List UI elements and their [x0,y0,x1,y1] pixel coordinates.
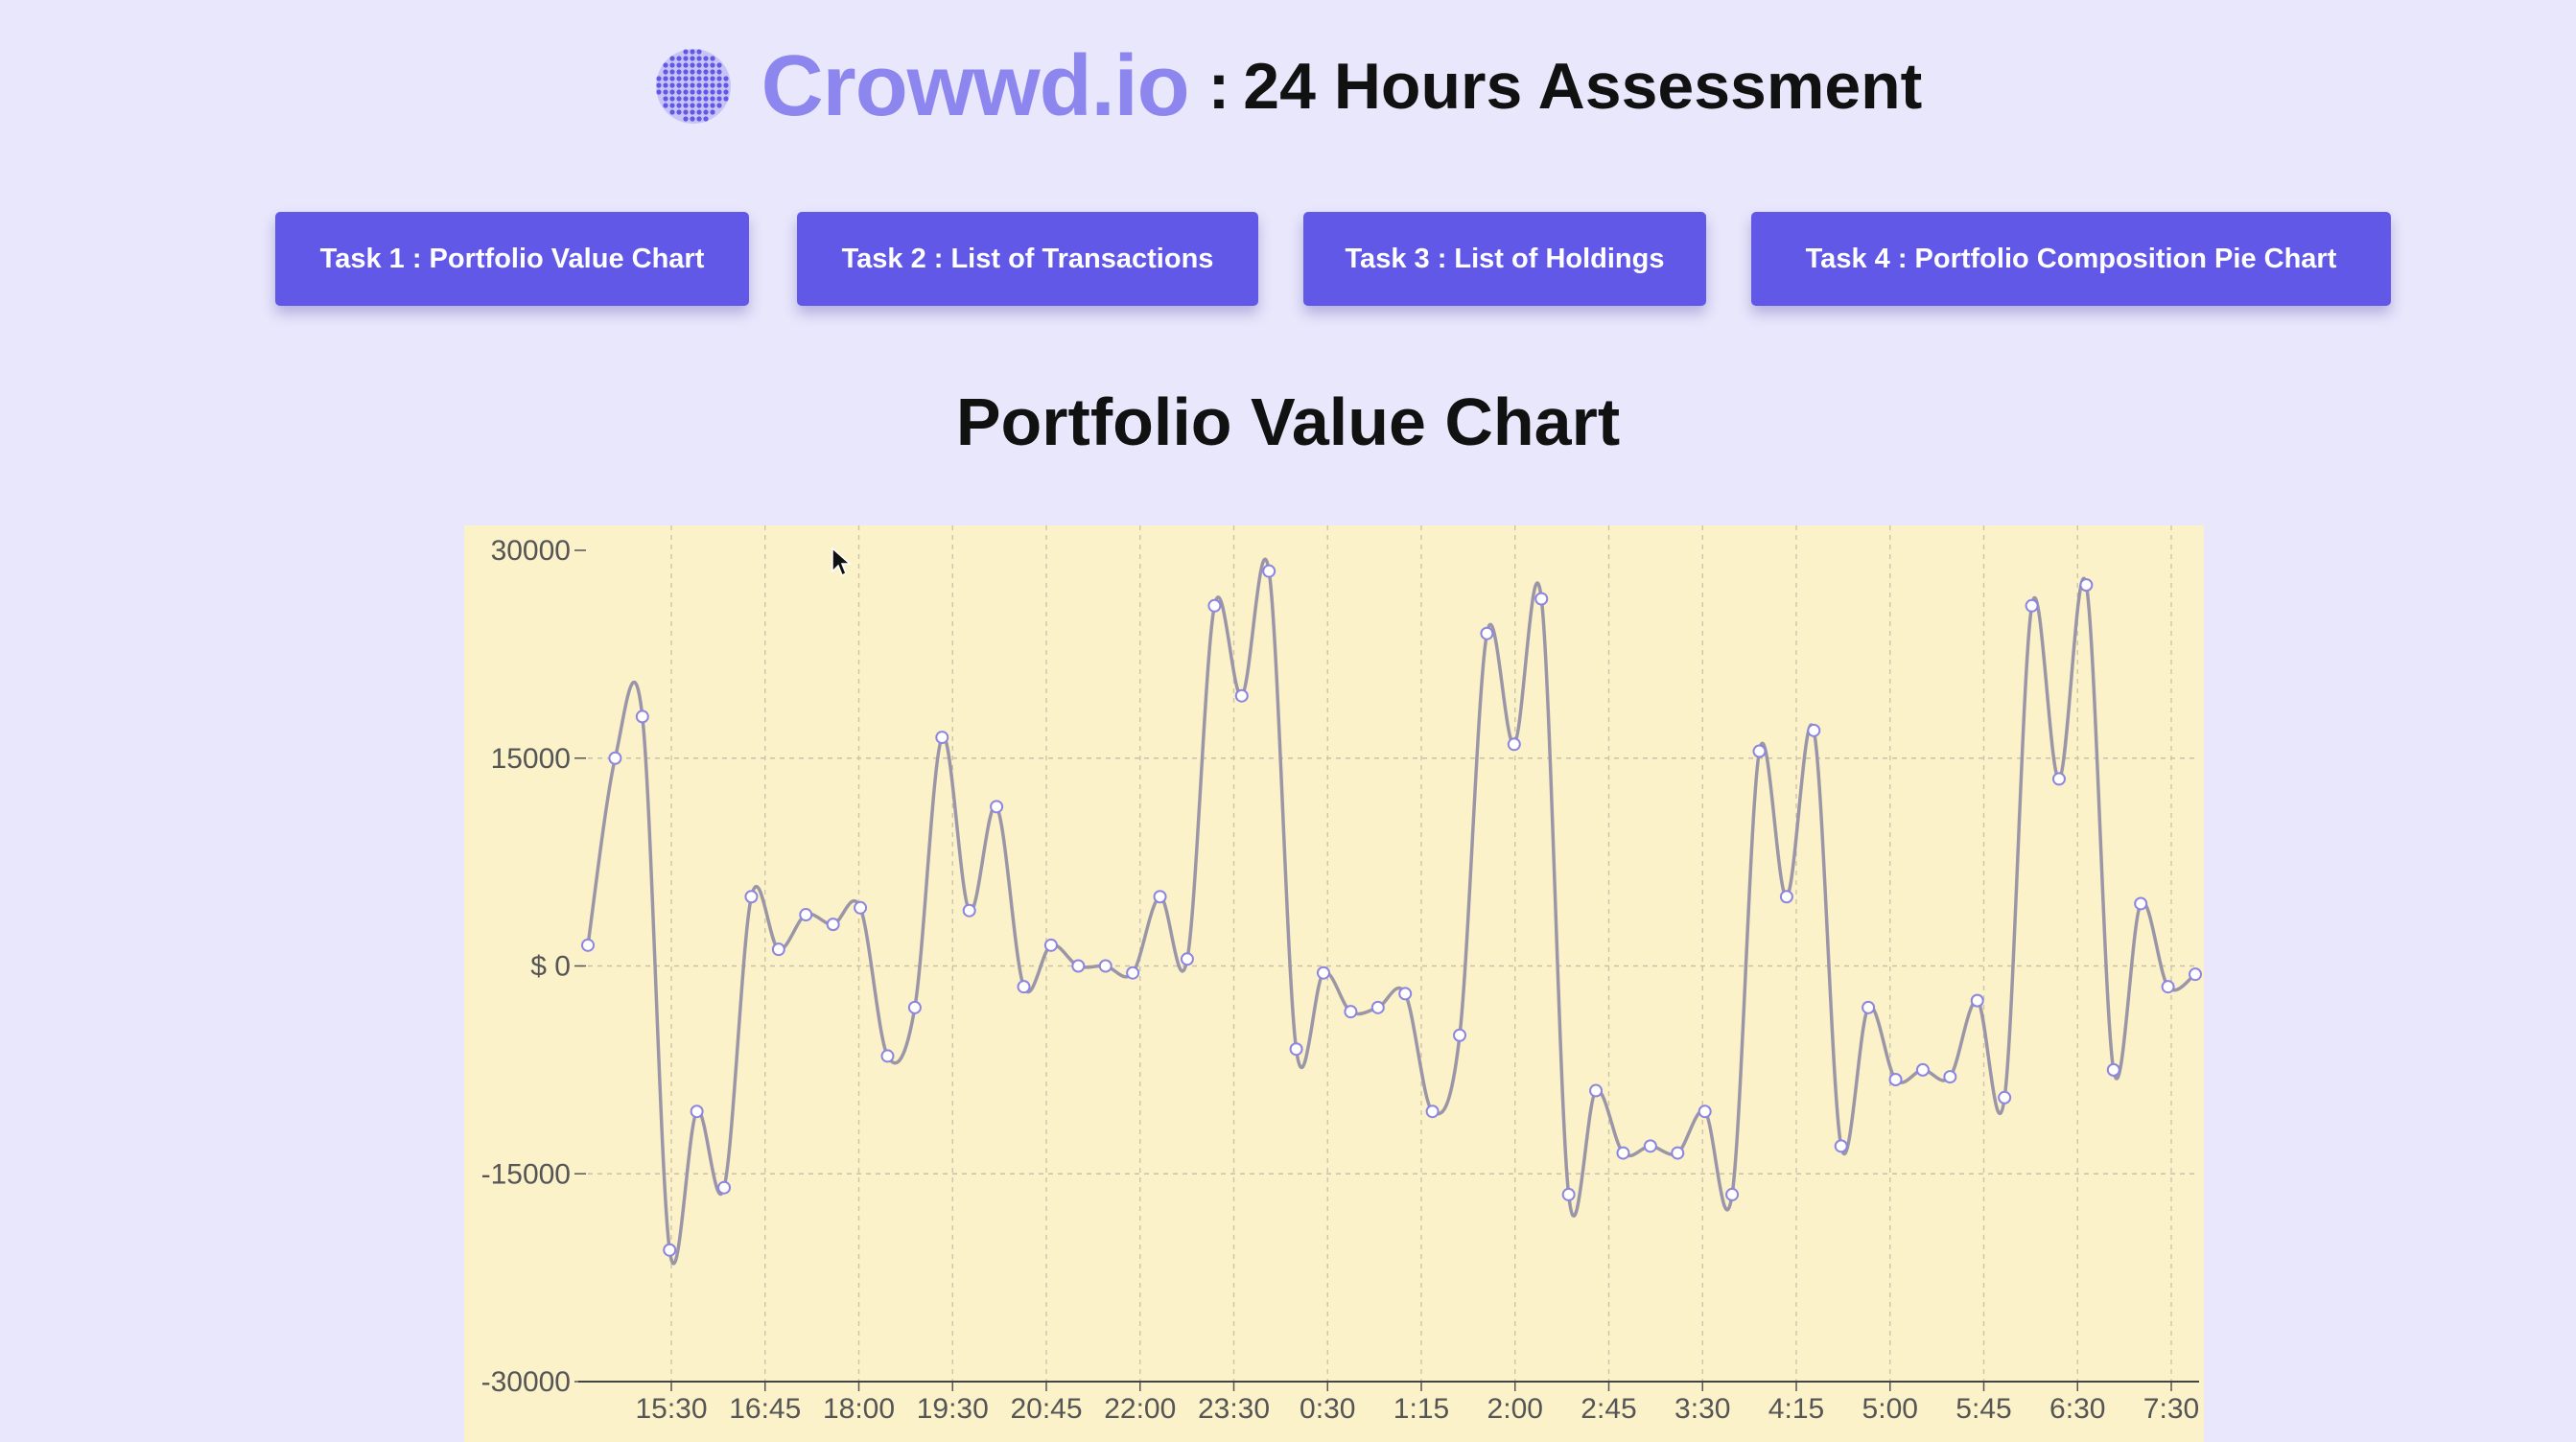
data-point [635,709,649,724]
x-tick-label: 3:30 [1674,1393,1730,1425]
y-tick-label: $ 0 [530,951,571,983]
data-point [581,938,595,952]
y-tick-label: 30000 [491,535,571,567]
data-point [2189,967,2202,982]
data-point [1915,1062,1930,1077]
data-point [2106,1062,2120,1077]
data-point [1043,938,1058,952]
series-line [586,557,2197,1266]
x-tick-label: 0:30 [1300,1393,1355,1425]
data-point [2161,980,2175,994]
data-point [1671,1146,1685,1160]
x-tick-label: 5:00 [1862,1393,1918,1425]
data-point [1180,952,1194,966]
portfolio-value-chart: 30000 15000 $ 0 -15000 -30000 15:30 16:45 18:00… [481,525,2202,1425]
data-point [1262,564,1276,578]
task-2-button[interactable]: Task 2 : List of Transactions [797,212,1258,306]
x-tick-label: 6:30 [2049,1393,2105,1425]
y-tick-label: -30000 [481,1366,571,1398]
data-point [1370,1000,1385,1014]
data-point [1453,1028,1467,1042]
data-point [1480,626,1494,640]
data-point [1698,1105,1712,1119]
data-point [1888,1072,1903,1086]
data-point [608,751,622,765]
title-separator: : [1207,50,1230,123]
data-point [1534,592,1549,606]
brand-name[interactable]: Crowwd.io [761,37,1190,136]
x-tick-label: 23:30 [1198,1393,1270,1425]
data-point [962,903,976,918]
data-point [1589,1083,1604,1098]
data-point [744,890,759,904]
data-point [1507,737,1521,752]
x-tick-label: 7:30 [2143,1393,2199,1425]
data-point [1561,1187,1576,1201]
y-tick-label: -15000 [481,1158,571,1190]
data-point [1289,1042,1303,1057]
data-point [1098,959,1112,973]
data-point [2134,896,2148,911]
data-point [690,1105,704,1119]
data-point [717,1180,732,1195]
data-point [826,918,840,932]
x-tick-label: 1:15 [1393,1393,1449,1425]
data-point [1616,1146,1630,1160]
data-point [1425,1105,1440,1119]
page-subtitle: 24 Hours Assessment [1243,50,1923,123]
data-point [1752,744,1767,758]
data-point [1126,965,1140,980]
data-point [799,908,813,922]
data-point [2051,772,2066,786]
data-point [1071,959,1086,973]
data-point [1153,890,1167,904]
data-point [1862,1000,1876,1014]
mouse-cursor-icon [831,547,852,577]
data-point [1725,1187,1740,1201]
data-point [1234,688,1249,703]
x-tick-label: 15:30 [635,1393,707,1425]
data-point [1779,890,1793,904]
x-tick-label: 4:15 [1768,1393,1824,1425]
data-point [990,800,1004,814]
y-tick-label: 15000 [491,743,571,775]
x-tick-label: 18:00 [823,1393,895,1425]
chart-title: Portfolio Value Chart [955,384,1621,459]
data-point [2079,578,2094,593]
data-point [1207,598,1222,613]
globe-dots-icon [655,49,731,124]
data-point [663,1243,677,1257]
data-point [1316,965,1330,980]
page-header: Crowwd.io : 24 Hours Assessment [0,29,2576,144]
task-3-button[interactable]: Task 3 : List of Holdings [1303,212,1706,306]
x-tick-label: 5:45 [1955,1393,2011,1425]
data-point [1643,1139,1657,1153]
data-point [2025,598,2039,613]
x-tick-label: 20:45 [1010,1393,1082,1425]
data-point [854,900,868,915]
data-point [1943,1070,1957,1084]
data-point [1970,993,1984,1008]
chart-panel: 30000 15000 $ 0 -15000 -30000 15:30 16:45 18:00… [464,525,2204,1442]
data-point [1344,1005,1358,1019]
data-point [935,731,949,745]
task-1-button[interactable]: Task 1 : Portfolio Value Chart [275,212,749,306]
x-tick-label: 19:30 [917,1393,989,1425]
data-point [907,1000,922,1014]
task-4-button[interactable]: Task 4 : Portfolio Composition Pie Chart [1751,212,2391,306]
data-point [1807,723,1821,737]
x-tick-label: 22:00 [1104,1393,1176,1425]
data-point [1834,1139,1848,1153]
data-point [1017,980,1031,994]
x-tick-label: 2:00 [1487,1393,1543,1425]
task-nav: Task 1 : Portfolio Value Chart Task 2 : … [0,212,2576,306]
x-tick-label: 16:45 [729,1393,801,1425]
data-point [1998,1090,2012,1105]
data-point [1398,987,1413,1001]
data-point [880,1049,895,1063]
x-tick-label: 2:45 [1581,1393,1636,1425]
data-point [771,942,785,957]
